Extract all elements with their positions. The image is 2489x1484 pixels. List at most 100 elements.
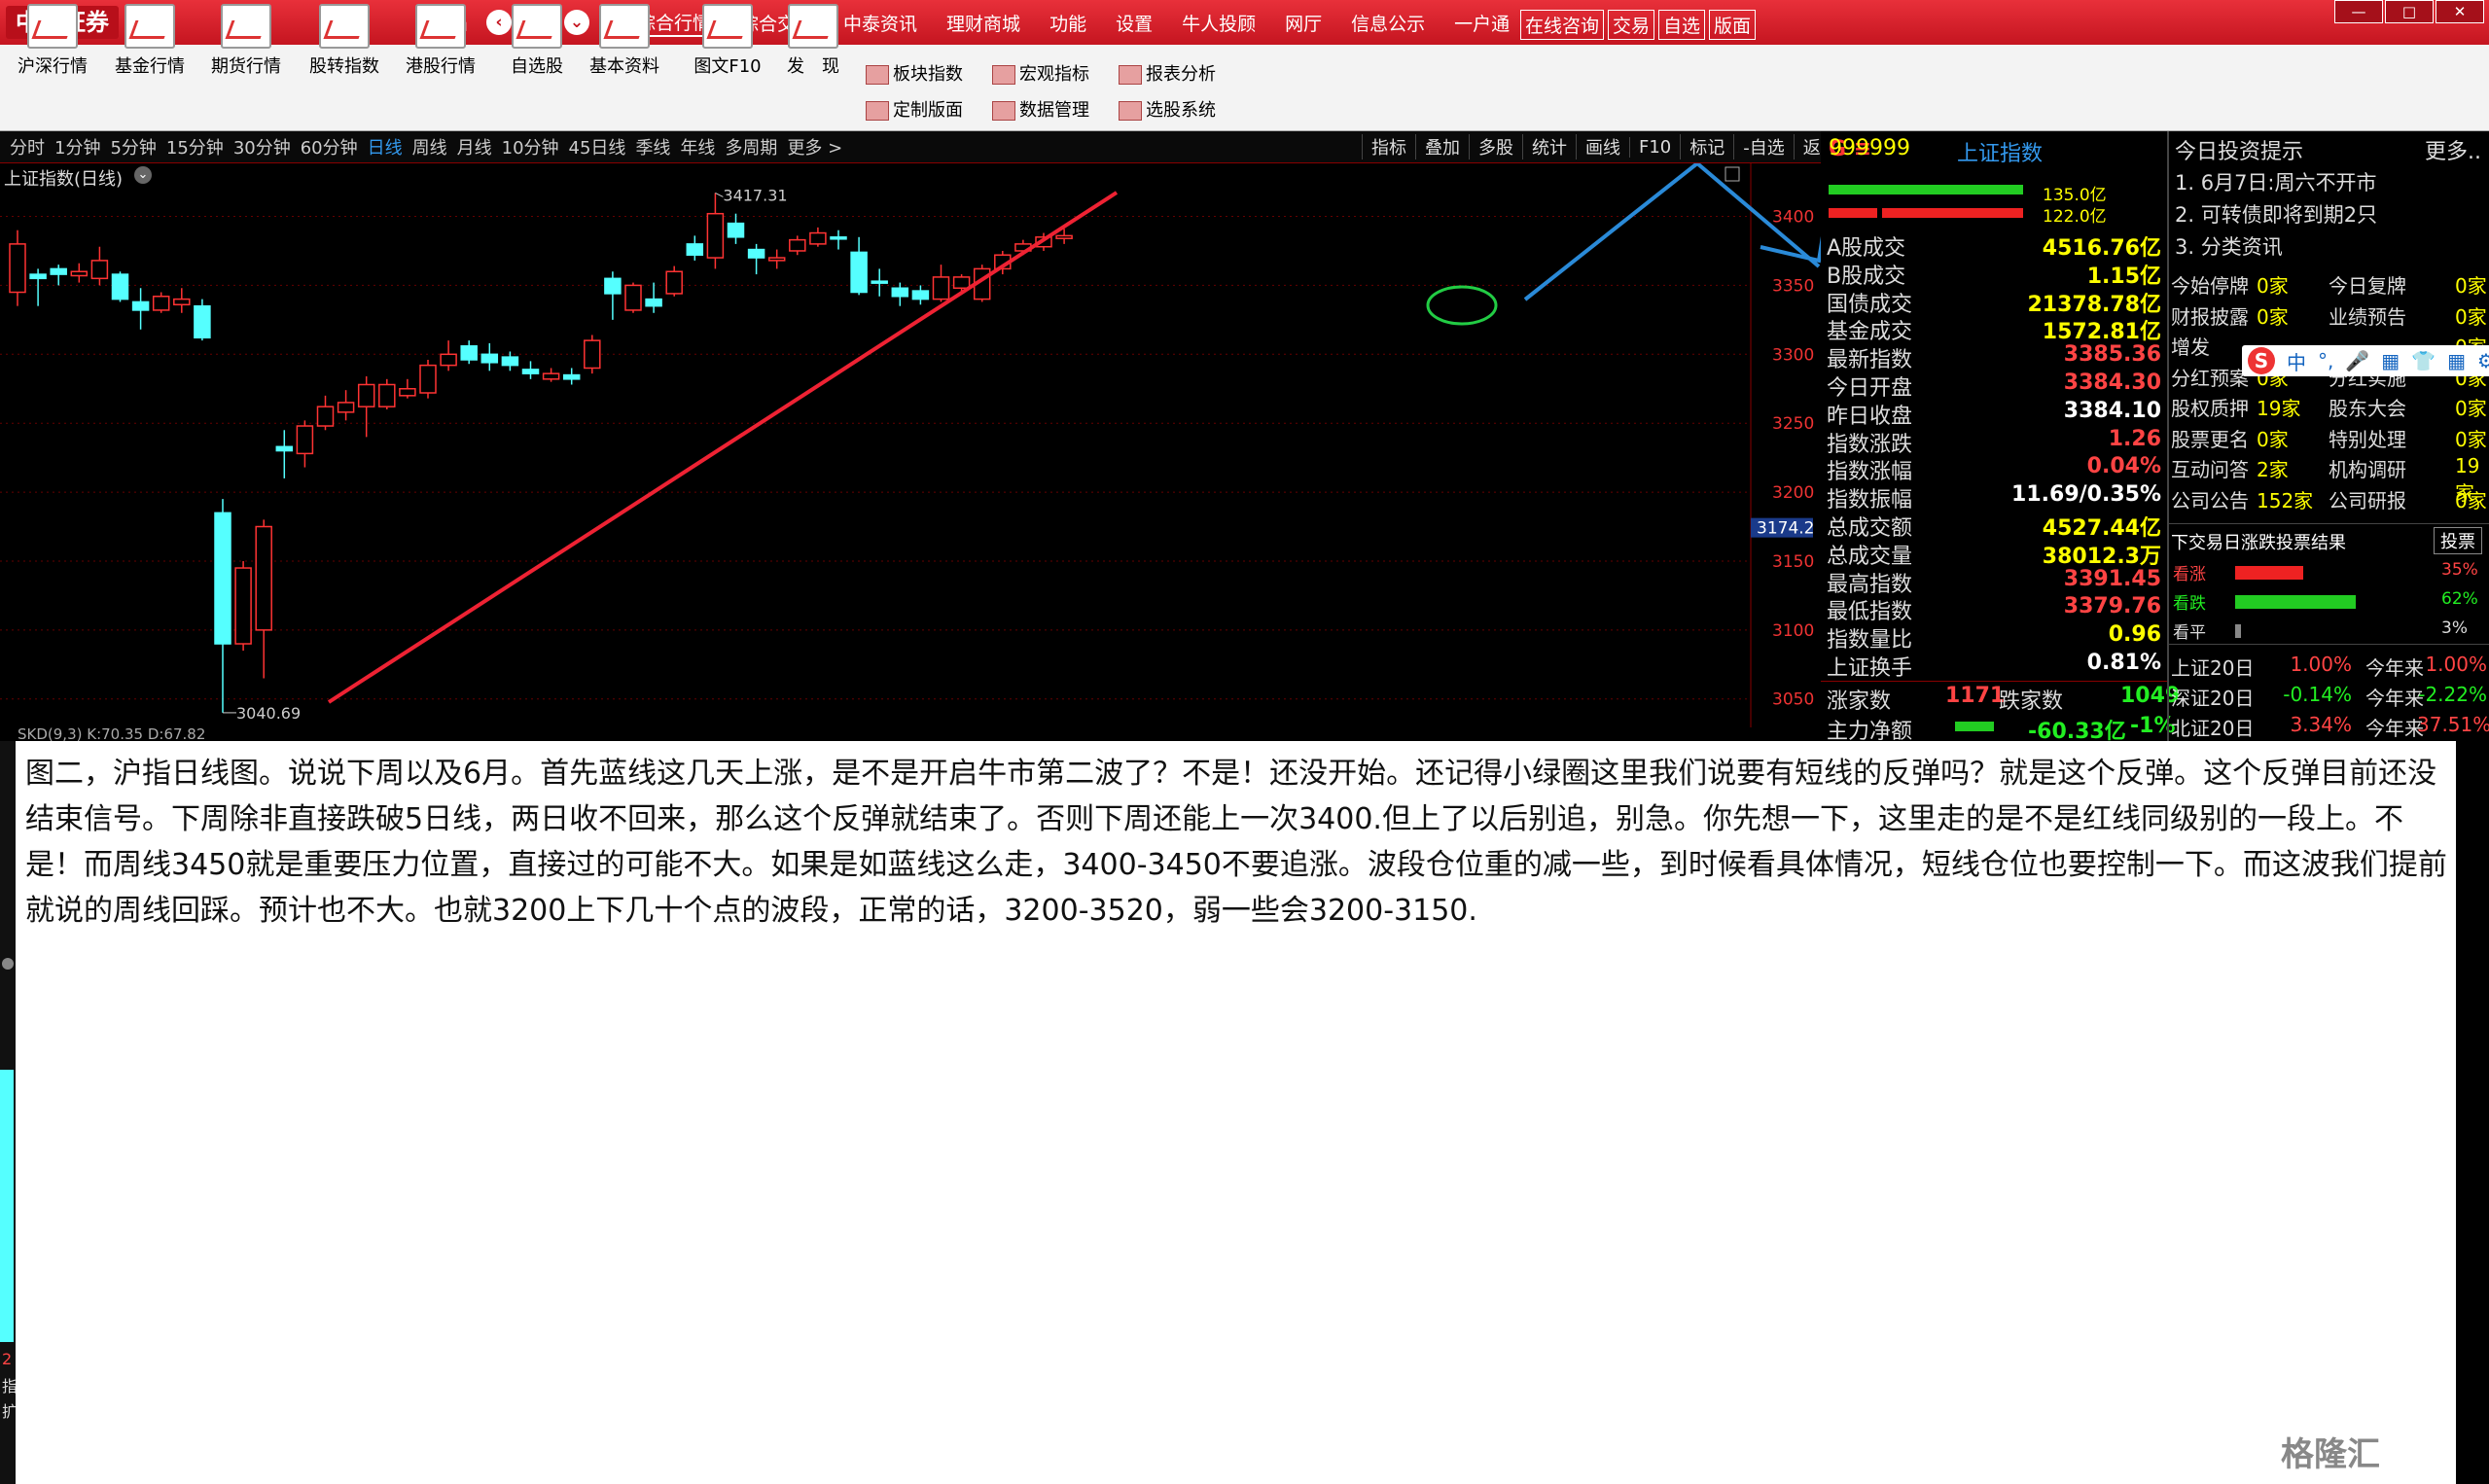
- vote-button[interactable]: 投票: [2434, 527, 2482, 554]
- toolbar-item-custom-layout[interactable]: 定制版面: [866, 96, 963, 122]
- toolbar-item[interactable]: 沪深行情: [6, 4, 99, 78]
- tip-grid-label[interactable]: 股票更名: [2171, 424, 2249, 452]
- tip-grid-label[interactable]: 公司研报: [2329, 485, 2406, 513]
- tip-grid-label[interactable]: 股权质押: [2171, 393, 2249, 421]
- candle[interactable]: [378, 383, 396, 407]
- candle[interactable]: [645, 298, 662, 307]
- candle[interactable]: [727, 222, 745, 238]
- tips-more-link[interactable]: 更多..: [2425, 134, 2481, 165]
- chart-tool[interactable]: F10: [1629, 136, 1680, 158]
- candle[interactable]: [624, 284, 642, 311]
- candle[interactable]: [665, 270, 683, 295]
- candle[interactable]: [316, 406, 335, 427]
- menu-item[interactable]: 信息公示: [1351, 10, 1425, 36]
- apps-icon[interactable]: ▦: [2447, 349, 2466, 372]
- tip-grid-label[interactable]: 今始停牌: [2171, 270, 2249, 299]
- menu-item[interactable]: 理财商城: [946, 10, 1020, 36]
- toolbar-item-data-manage[interactable]: 数据管理: [992, 96, 1089, 122]
- candle[interactable]: [9, 243, 26, 294]
- tip-grid-label[interactable]: 今日复牌: [2329, 270, 2406, 299]
- candle[interactable]: [480, 353, 499, 364]
- chart-tool[interactable]: -自选: [1733, 134, 1794, 159]
- candle[interactable]: [399, 387, 416, 397]
- toolbar-item-report[interactable]: 报表分析: [1119, 60, 1216, 86]
- top-button[interactable]: 版面: [1709, 10, 1757, 40]
- candle[interactable]: [29, 273, 47, 280]
- toolbar-item[interactable]: 发 现: [766, 4, 860, 78]
- period-tab[interactable]: 更多 >: [787, 134, 842, 159]
- toolbar-item-macro[interactable]: 宏观指标: [992, 60, 1089, 86]
- microphone-icon[interactable]: 🎤: [2345, 349, 2369, 372]
- top-button[interactable]: 交易: [1608, 10, 1655, 40]
- candle[interactable]: [50, 267, 67, 275]
- candle[interactable]: [604, 277, 622, 295]
- skin-icon[interactable]: 👕: [2411, 349, 2436, 372]
- candle[interactable]: [173, 298, 191, 306]
- candle[interactable]: [706, 212, 725, 259]
- tip-grid-label[interactable]: 机构调研: [2329, 454, 2406, 482]
- period-tab[interactable]: 45日线: [569, 134, 626, 159]
- candle[interactable]: [337, 402, 355, 413]
- period-tab[interactable]: 15分钟: [166, 134, 224, 159]
- close-icon[interactable]: ✕: [2436, 0, 2484, 23]
- chart-tool[interactable]: 叠加: [1415, 134, 1469, 159]
- candle[interactable]: [911, 290, 930, 300]
- settings-icon[interactable]: ⚙: [2477, 349, 2489, 372]
- candle[interactable]: [501, 356, 519, 367]
- candle[interactable]: [891, 287, 909, 298]
- candle[interactable]: [440, 353, 457, 367]
- candle[interactable]: [932, 276, 950, 300]
- candle[interactable]: [419, 364, 437, 394]
- menu-item[interactable]: 功能: [1049, 10, 1086, 36]
- candle[interactable]: [111, 273, 129, 300]
- candle[interactable]: [214, 512, 231, 645]
- period-tab[interactable]: 日线: [368, 134, 403, 159]
- candle[interactable]: [131, 300, 150, 311]
- candle[interactable]: [234, 567, 252, 645]
- toolbar-item-block-index[interactable]: 板块指数: [866, 60, 963, 86]
- menu-item[interactable]: 网厅: [1285, 10, 1322, 36]
- tip-grid-label[interactable]: 业绩预告: [2329, 301, 2406, 330]
- chart-tool[interactable]: 指标: [1362, 134, 1415, 159]
- tip-grid-label[interactable]: 财报披露: [2171, 301, 2249, 330]
- chevron-down-icon[interactable]: ⌄: [134, 166, 152, 184]
- tip-item[interactable]: 1. 6月7日:周六不开市: [2175, 167, 2377, 196]
- tip-grid-label[interactable]: 互动问答: [2171, 454, 2249, 482]
- toolbar-item[interactable]: 港股行情: [394, 4, 487, 78]
- toolbar-item[interactable]: 期货行情: [199, 4, 293, 78]
- candle[interactable]: [584, 339, 601, 370]
- candle[interactable]: [747, 248, 765, 259]
- tip-grid-label[interactable]: 公司公告: [2171, 485, 2249, 513]
- tip-grid-label[interactable]: 特别处理: [2329, 424, 2406, 452]
- candle[interactable]: [296, 425, 314, 455]
- period-tab[interactable]: 1分钟: [54, 134, 100, 159]
- candle[interactable]: [275, 445, 294, 452]
- chart-tool[interactable]: 标记: [1680, 134, 1733, 159]
- candle[interactable]: [767, 257, 786, 262]
- candle[interactable]: [152, 296, 170, 311]
- toolbar-item[interactable]: 基金行情: [103, 4, 196, 78]
- candlestick-chart[interactable]: 3400 3350 3300 3250 3200 3150 3100 3050 3174.2 34…: [0, 163, 1821, 741]
- period-tab[interactable]: 年线: [680, 134, 715, 159]
- tip-grid-label[interactable]: 分红预案: [2171, 363, 2249, 391]
- chart-tool[interactable]: 多股: [1469, 134, 1522, 159]
- toolbar-item-stock-picker[interactable]: 选股系统: [1119, 96, 1216, 122]
- candle[interactable]: [90, 260, 109, 280]
- candle[interactable]: [255, 525, 272, 631]
- tip-grid-label[interactable]: 股东大会: [2329, 393, 2406, 421]
- toolbar-item[interactable]: 基本资料: [578, 4, 671, 78]
- chart-tool[interactable]: 统计: [1522, 134, 1576, 159]
- toolbar-item[interactable]: 自选股: [490, 4, 584, 78]
- top-button[interactable]: 在线咨询: [1520, 10, 1605, 40]
- candle[interactable]: [357, 383, 375, 407]
- chart-tool[interactable]: 画线: [1576, 134, 1629, 159]
- toolbar-item[interactable]: 图文F10: [681, 4, 774, 78]
- candle[interactable]: [686, 243, 704, 256]
- toolbar-item[interactable]: 股转指数: [298, 4, 391, 78]
- period-tab[interactable]: 多周期: [725, 134, 777, 159]
- candle[interactable]: [562, 373, 581, 380]
- period-tab[interactable]: 5分钟: [110, 134, 156, 159]
- candle[interactable]: [521, 369, 540, 374]
- candle[interactable]: [1055, 234, 1073, 239]
- tip-item[interactable]: 3. 分类资讯: [2175, 231, 2283, 261]
